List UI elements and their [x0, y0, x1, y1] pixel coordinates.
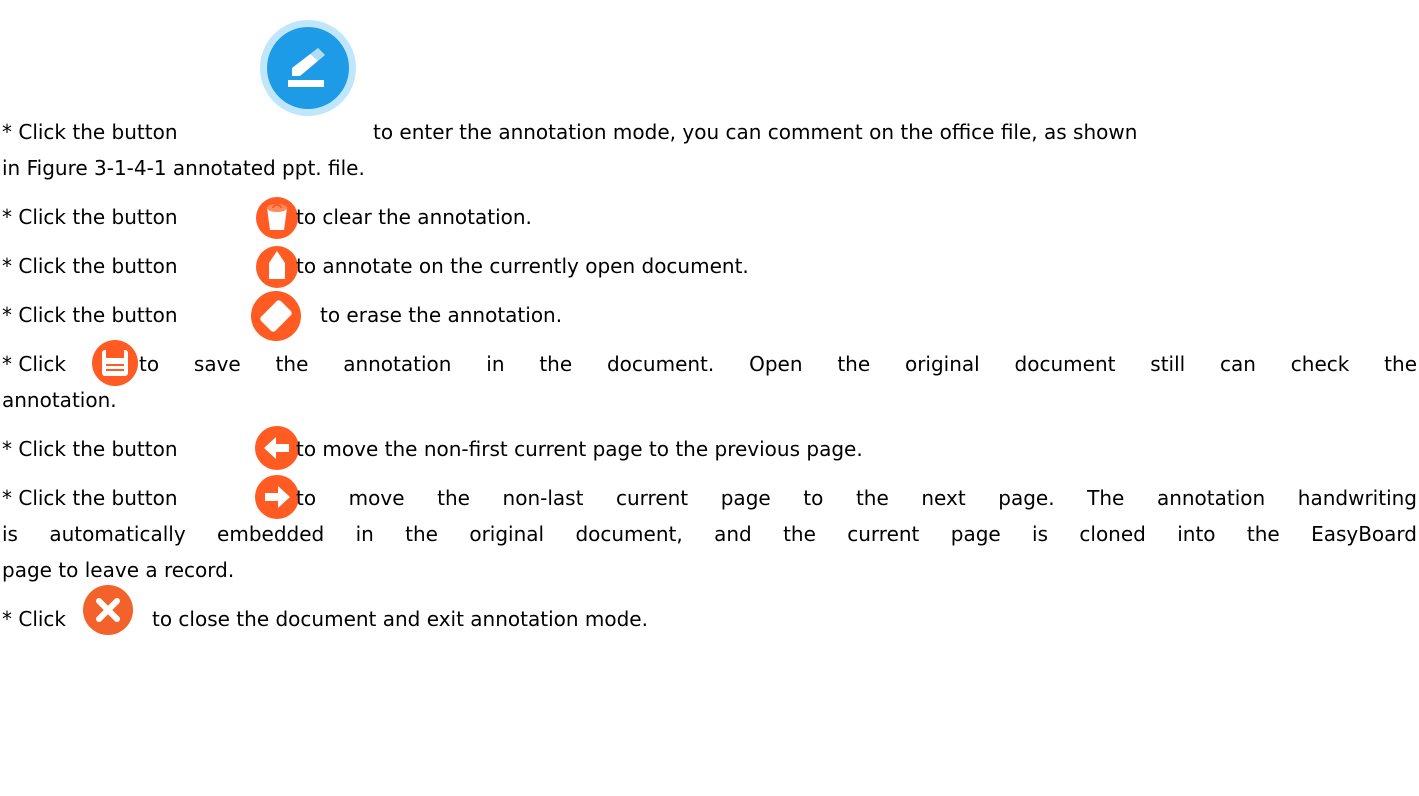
arrow-right-icon[interactable]	[254, 474, 300, 520]
arrow-left-icon[interactable]	[254, 425, 300, 471]
instruction-annotation-mode: * Click the button	[2, 120, 178, 144]
close-icon[interactable]	[82, 584, 134, 636]
instruction-annotation-mode-line2: in Figure 3-1-4-1 annotated ppt. file.	[2, 156, 365, 180]
instruction-annotate: * Click the button	[2, 254, 178, 278]
instruction-annotate-cont: to annotate on the currently open docume…	[296, 254, 749, 278]
instruction-previous-cont: to move the non-first current page to th…	[296, 437, 863, 461]
instruction-clear-cont: to clear the annotation.	[296, 205, 532, 229]
instruction-save: * Click	[2, 352, 67, 376]
trash-icon[interactable]	[255, 196, 299, 240]
instruction-close-cont: to close the document and exit annotatio…	[152, 607, 648, 631]
instruction-save-line2: annotation.	[2, 388, 117, 412]
pencil-icon[interactable]	[258, 18, 358, 118]
instruction-erase: * Click the button	[2, 303, 178, 327]
instruction-previous: * Click the button	[2, 437, 178, 461]
instruction-next-line2: is automatically embedded in the origina…	[2, 522, 1417, 546]
instruction-close: * Click	[2, 607, 67, 631]
document-page: { "lines": { "l1a": "* Click the button"…	[0, 0, 1419, 796]
instruction-next: * Click the button	[2, 486, 178, 510]
eraser-icon[interactable]	[250, 290, 302, 342]
floppy-disk-icon[interactable]	[91, 339, 139, 387]
instruction-erase-cont: to erase the annotation.	[320, 303, 563, 327]
instruction-annotation-mode-cont: to enter the annotation mode, you can co…	[373, 120, 1138, 144]
instruction-save-cont: to save the annotation in the document. …	[139, 352, 1417, 376]
instruction-next-line3: page to leave a record.	[2, 558, 235, 582]
highlighter-icon[interactable]	[255, 243, 299, 289]
instruction-next-cont: to move the non-last current page to the…	[296, 486, 1417, 510]
instruction-clear: * Click the button	[2, 205, 178, 229]
